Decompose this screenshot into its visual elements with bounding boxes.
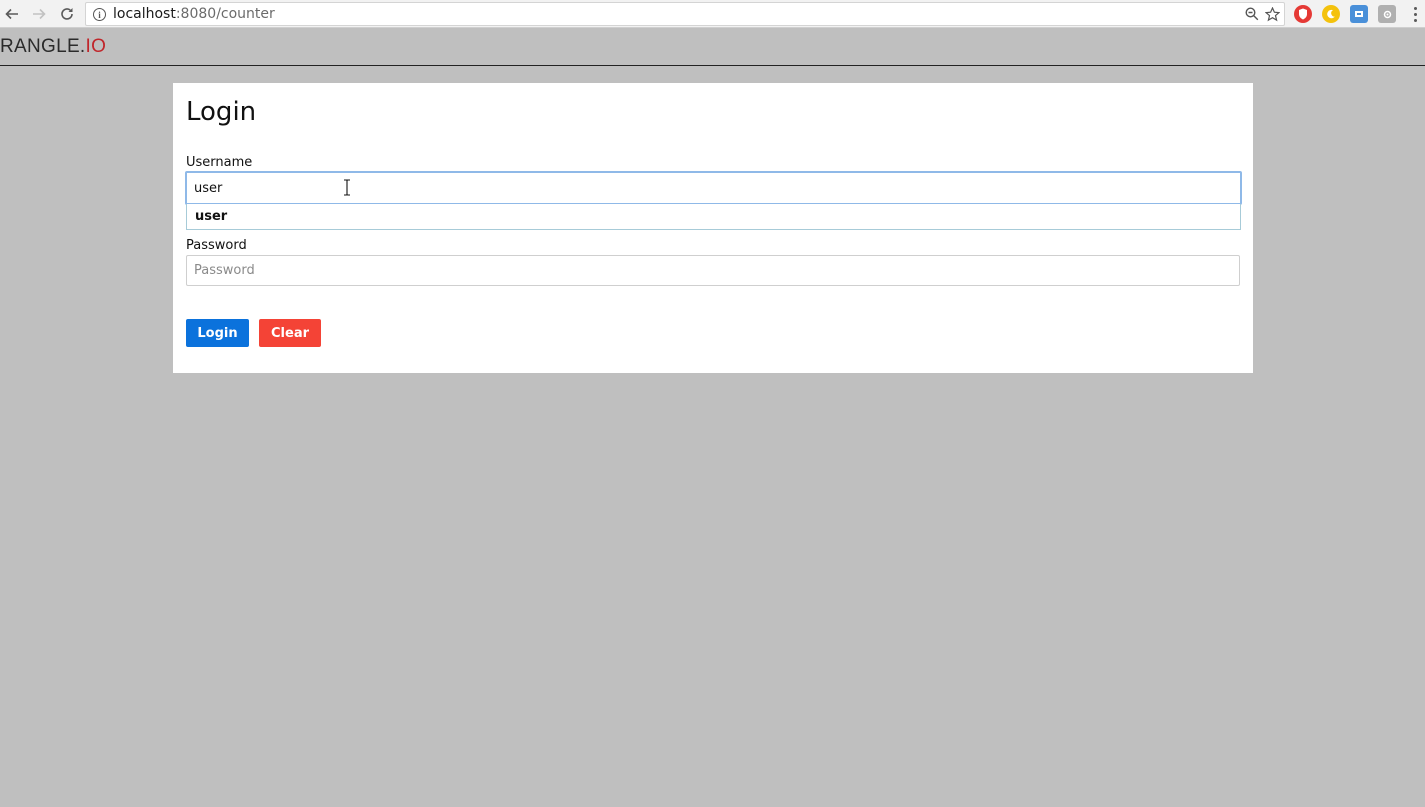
login-button[interactable]: Login (186, 319, 249, 347)
clear-button[interactable]: Clear (259, 319, 321, 347)
url-path: :8080/counter (175, 6, 275, 22)
url-host: localhost (113, 6, 176, 22)
app-header: RANGLE.IO (0, 29, 1425, 66)
autocomplete-item[interactable]: user (195, 209, 227, 224)
arrow-left-icon (5, 8, 18, 20)
url-text[interactable]: localhost:8080/counter (113, 6, 275, 22)
brand-accent: IO (85, 36, 107, 57)
blue-tag-extension-icon[interactable] (1350, 5, 1368, 23)
brand-logo[interactable]: RANGLE.IO (0, 36, 106, 58)
yellow-moon-extension-icon[interactable] (1322, 5, 1340, 23)
password-label: Password (186, 238, 247, 253)
more-vert-icon[interactable] (1409, 4, 1421, 24)
password-input[interactable] (186, 255, 1240, 286)
forward-button[interactable] (29, 4, 49, 24)
autocomplete-dropdown: user (186, 204, 1241, 230)
star-icon[interactable] (1263, 5, 1281, 23)
brand-main: RANGLE. (0, 36, 86, 57)
arrow-right-icon (33, 8, 46, 20)
red-shield-extension-icon[interactable] (1294, 5, 1312, 23)
reload-icon (61, 8, 73, 20)
browser-toolbar: i localhost:8080/counter (0, 0, 1425, 28)
login-card: Login Username user Password Login Clear (173, 83, 1253, 373)
info-icon[interactable]: i (93, 8, 106, 21)
text-cursor-icon (344, 179, 350, 196)
page-title: Login (186, 97, 257, 127)
gray-gear-extension-icon[interactable] (1378, 5, 1396, 23)
zoom-icon[interactable] (1243, 5, 1261, 23)
username-label: Username (186, 155, 253, 170)
address-bar[interactable]: i localhost:8080/counter (85, 2, 1285, 26)
back-button[interactable] (2, 4, 22, 24)
reload-button[interactable] (57, 4, 77, 24)
